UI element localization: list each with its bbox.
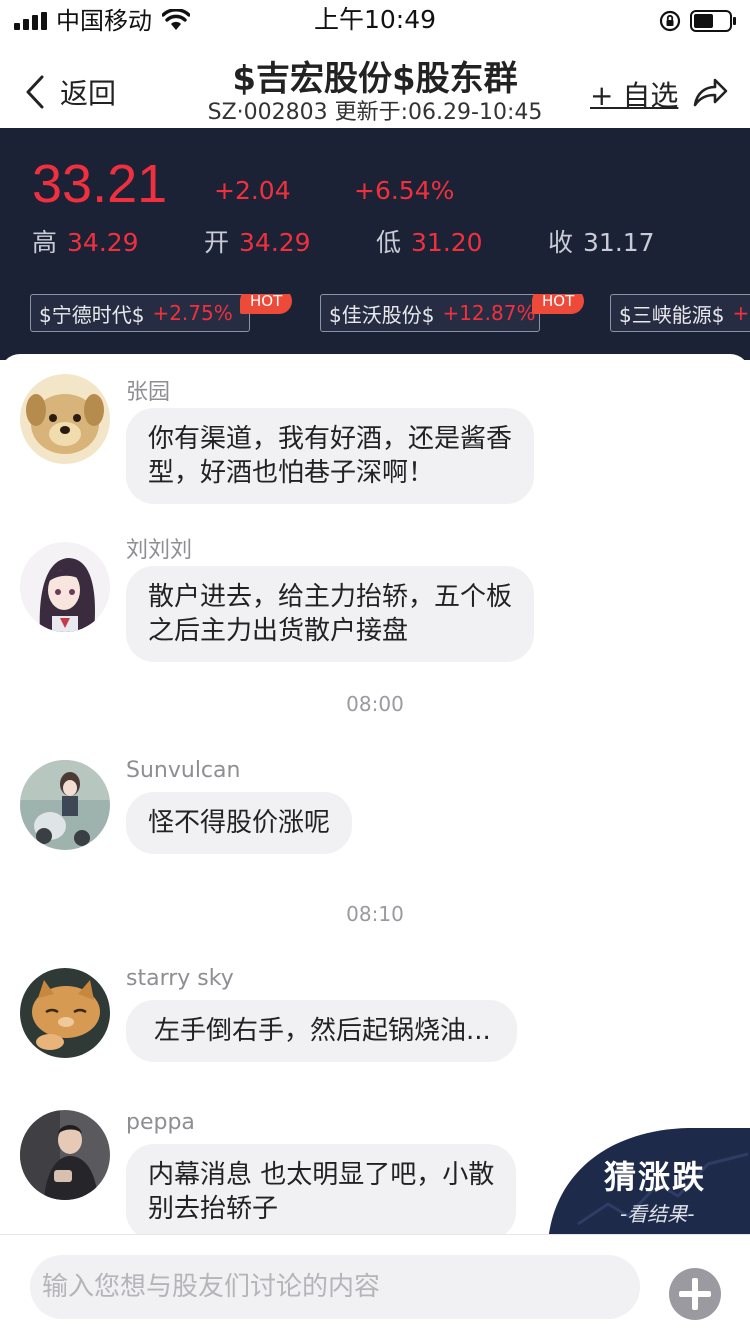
stat-open: 开 34.29 bbox=[204, 226, 311, 260]
stock-quote-panel: 33.21 +2.04 +6.54% 高 34.29 开 34.29 低 31.20 … bbox=[0, 128, 750, 360]
back-button[interactable]: 返回 bbox=[24, 72, 134, 112]
share-icon[interactable] bbox=[692, 76, 728, 108]
rotation-lock-icon bbox=[659, 10, 681, 32]
stock-tag-percent: + bbox=[732, 301, 750, 325]
anime-girl-avatar[interactable] bbox=[20, 542, 110, 632]
stock-tag[interactable]: $宁德时代$ +2.75% bbox=[30, 294, 250, 332]
hot-badge: HOT bbox=[532, 294, 585, 314]
stat-low: 低 31.20 bbox=[376, 226, 483, 260]
nav-bar: 返回 $吉宏股份$股东群 SZ·002803 更新于:06.29-10:45 +… bbox=[0, 44, 750, 128]
message-bubble[interactable]: 散户进去，给主力抬轿，五个板 之后主力出货散户接盘 bbox=[126, 566, 535, 662]
message-line: 散户进去，给主力抬轿，五个板 bbox=[148, 582, 513, 612]
message-input-bar bbox=[0, 1234, 750, 1334]
message-line: 内幕消息 也太明显了吧，小散 bbox=[148, 1160, 495, 1190]
username: 刘刘刘 bbox=[126, 538, 193, 563]
message-bubble[interactable]: 内幕消息 也太明显了吧，小散 别去抬轿子 bbox=[126, 1144, 517, 1240]
message-line: 型，好酒也怕巷子深啊！ bbox=[148, 458, 435, 488]
message-bubble[interactable]: 你有渠道，我有好酒，还是酱香 型，好酒也怕巷子深啊！ bbox=[126, 408, 535, 504]
stock-tag-name: $宁德时代$ bbox=[39, 302, 145, 327]
stat-high: 高 34.29 bbox=[32, 226, 139, 260]
man-avatar[interactable] bbox=[20, 1110, 110, 1200]
guess-subtitle: -看结果- bbox=[620, 1202, 695, 1226]
hot-badge: HOT bbox=[240, 294, 293, 314]
chat-timestamp: 08:10 bbox=[346, 902, 404, 926]
username: starry sky bbox=[126, 966, 234, 991]
price-change-percent: +6.54% bbox=[354, 176, 455, 205]
stock-tag-percent: +12.87% bbox=[442, 301, 536, 325]
stock-tag-name: $三峡能源$ bbox=[619, 302, 725, 327]
stat-label: 开 bbox=[204, 228, 230, 257]
message-input[interactable] bbox=[30, 1255, 640, 1319]
username: 张园 bbox=[126, 380, 171, 405]
guess-up-down-button[interactable]: 猜涨跌 -看结果- bbox=[548, 1124, 750, 1242]
guess-title: 猜涨跌 bbox=[604, 1158, 707, 1196]
username: Sunvulcan bbox=[126, 758, 241, 783]
stat-label: 收 bbox=[548, 228, 574, 257]
status-time: 上午10:49 bbox=[313, 5, 437, 34]
status-bar: 中国移动 上午10:49 bbox=[0, 0, 750, 44]
message-line: 之后主力出货散户接盘 bbox=[148, 616, 409, 646]
cat-avatar[interactable] bbox=[20, 968, 110, 1058]
add-to-watchlist-button[interactable]: + 自选 bbox=[590, 74, 678, 114]
message-line: 别去抬轿子 bbox=[148, 1194, 279, 1224]
plus-circle-icon[interactable] bbox=[668, 1267, 722, 1321]
page-title: $吉宏股份$股东群 bbox=[232, 59, 518, 99]
back-label: 返回 bbox=[60, 77, 117, 110]
puppy-avatar[interactable] bbox=[20, 374, 110, 464]
battery-icon bbox=[690, 10, 736, 32]
message-line: 左手倒右手，然后起锅烧油... bbox=[154, 1016, 491, 1046]
stat-label: 低 bbox=[376, 228, 402, 257]
related-stock-tags: $宁德时代$ +2.75% HOT $佳沃股份$ +12.87% HOT $三峡… bbox=[0, 294, 750, 344]
chat-message-list[interactable]: 张园 你有渠道，我有好酒，还是酱香 型，好酒也怕巷子深啊！ 刘刘刘 散户进去，给… bbox=[0, 354, 750, 1240]
stat-value: 31.17 bbox=[583, 228, 655, 257]
current-price: 33.21 bbox=[32, 154, 168, 214]
message-line: 你有渠道，我有好酒，还是酱香 bbox=[148, 424, 513, 454]
stock-code-update-time: SZ·002803 更新于:06.29-10:45 bbox=[207, 100, 543, 125]
chat-timestamp: 08:00 bbox=[346, 692, 404, 716]
price-change: +2.04 bbox=[214, 176, 291, 205]
stock-tag-name: $佳沃股份$ bbox=[329, 302, 435, 327]
stock-tag[interactable]: $佳沃股份$ +12.87% bbox=[320, 294, 540, 332]
message-bubble[interactable]: 左手倒右手，然后起锅烧油... bbox=[126, 1000, 517, 1062]
message-line: 怪不得股价涨呢 bbox=[148, 808, 331, 838]
username: peppa bbox=[126, 1110, 195, 1135]
stat-close: 收 31.17 bbox=[548, 226, 655, 260]
anime-scooter-avatar[interactable] bbox=[20, 760, 110, 850]
chevron-left-icon bbox=[26, 75, 44, 109]
stock-tag-percent: +2.75% bbox=[152, 301, 233, 325]
message-bubble[interactable]: 怪不得股价涨呢 bbox=[126, 792, 353, 854]
stat-label: 高 bbox=[32, 228, 58, 257]
stock-tag[interactable]: $三峡能源$ + bbox=[610, 294, 750, 332]
stat-value: 31.20 bbox=[411, 228, 483, 257]
stat-value: 34.29 bbox=[67, 228, 139, 257]
stat-value: 34.29 bbox=[239, 228, 311, 257]
